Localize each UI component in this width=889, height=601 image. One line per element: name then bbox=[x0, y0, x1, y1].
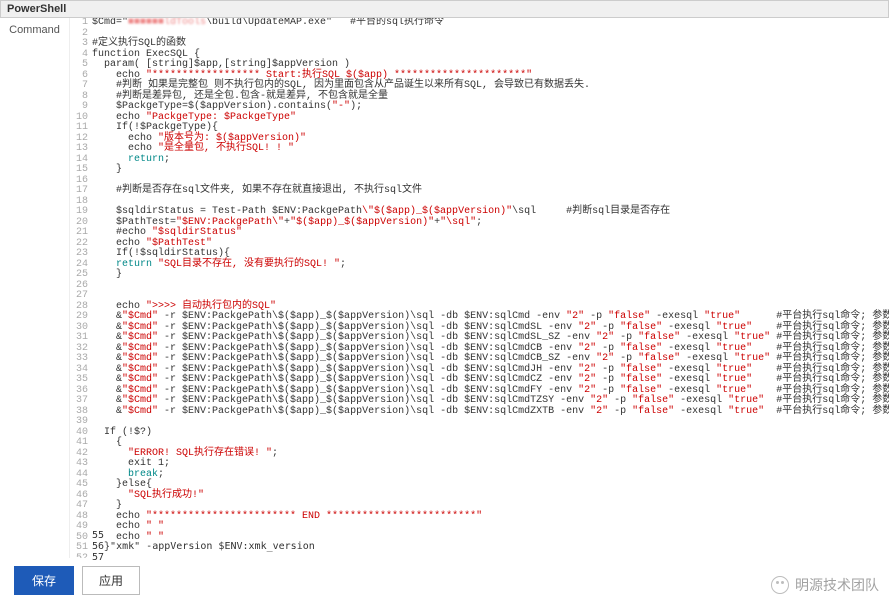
left-label: Command bbox=[0, 18, 70, 558]
watermark: 明源技术团队 bbox=[771, 575, 879, 595]
watermark-text: 明源技术团队 bbox=[795, 575, 879, 595]
bottom-toolbar: 保存 应用 bbox=[0, 566, 140, 595]
line-gutter: 1234567891011121314151617181920212223242… bbox=[70, 18, 92, 558]
wechat-icon bbox=[771, 576, 789, 594]
code-content[interactable]: $Cmd="■■■■■■ldTools\build\UpdateMAP.exe"… bbox=[92, 18, 889, 558]
panel-title: PowerShell bbox=[0, 0, 889, 18]
apply-button[interactable]: 应用 bbox=[82, 566, 140, 595]
main-area: Command 12345678910111213141516171819202… bbox=[0, 18, 889, 558]
save-button[interactable]: 保存 bbox=[14, 566, 74, 595]
code-editor[interactable]: 1234567891011121314151617181920212223242… bbox=[70, 18, 889, 558]
code-extra-lines: 55 56 "xmk" -appVersion $ENV:xmk_version… bbox=[92, 530, 315, 563]
